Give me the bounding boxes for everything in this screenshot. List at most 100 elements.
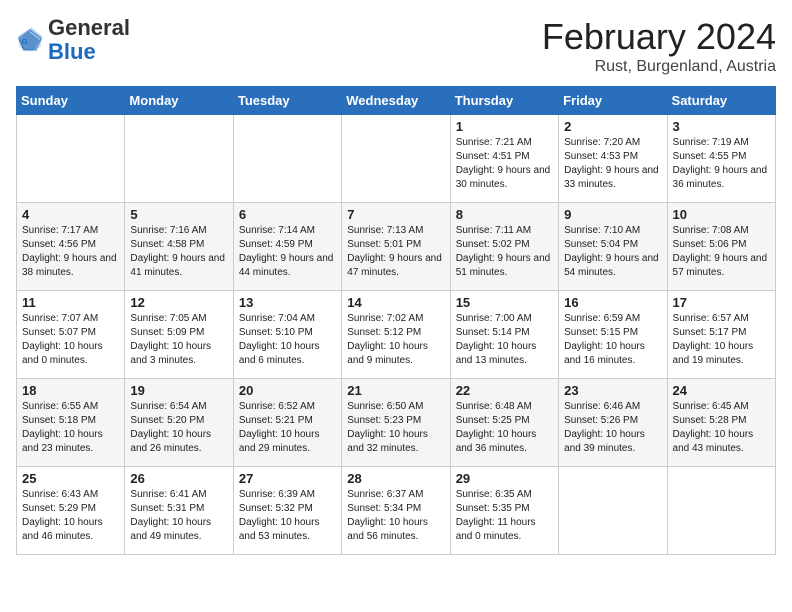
header-cell-tuesday: Tuesday [233,87,341,115]
day-number: 22 [456,383,553,398]
calendar-cell: 15 Sunrise: 7:00 AM Sunset: 5:14 PM Dayli… [450,291,558,379]
day-info: Sunrise: 6:48 AM Sunset: 5:25 PM Dayligh… [456,400,553,456]
calendar-cell: 29 Sunrise: 6:35 AM Sunset: 5:35 PM Dayli… [450,467,558,555]
logo-icon: G [16,26,44,54]
page-subtitle: Rust, Burgenland, Austria [542,58,776,76]
day-number: 12 [130,295,227,310]
calendar-body: 1 Sunrise: 7:21 AM Sunset: 4:51 PM Daylig… [17,115,776,555]
day-info: Sunrise: 7:19 AM Sunset: 4:55 PM Dayligh… [673,136,770,192]
day-number: 18 [22,383,119,398]
day-info: Sunrise: 7:05 AM Sunset: 5:09 PM Dayligh… [130,312,227,368]
day-info: Sunrise: 6:55 AM Sunset: 5:18 PM Dayligh… [22,400,119,456]
calendar-cell: 9Sunrise: 7:10 AM Sunset: 5:04 PM Daylig… [559,203,667,291]
header-cell-friday: Friday [559,87,667,115]
calendar-cell: 3 Sunrise: 7:19 AM Sunset: 4:55 PM Daylig… [667,115,775,203]
header-cell-saturday: Saturday [667,87,775,115]
header: G General Blue February 2024 Rust, Burge… [16,16,776,76]
calendar-cell: 12 Sunrise: 7:05 AM Sunset: 5:09 PM Dayli… [125,291,233,379]
day-info: Sunrise: 7:02 AM Sunset: 5:12 PM Dayligh… [347,312,444,368]
day-info: Sunrise: 6:52 AM Sunset: 5:21 PM Dayligh… [239,400,336,456]
day-info: Sunrise: 7:07 AM Sunset: 5:07 PM Dayligh… [22,312,119,368]
day-info: Sunrise: 6:57 AM Sunset: 5:17 PM Dayligh… [673,312,770,368]
calendar-week-4: 25Sunrise: 6:43 AM Sunset: 5:29 PM Dayli… [17,467,776,555]
calendar-week-2: 11 Sunrise: 7:07 AM Sunset: 5:07 PM Dayli… [17,291,776,379]
day-number: 19 [130,383,227,398]
day-info: Sunrise: 7:21 AM Sunset: 4:51 PM Dayligh… [456,136,553,192]
calendar-cell: 19 Sunrise: 6:54 AM Sunset: 5:20 PM Dayli… [125,379,233,467]
day-info: Sunrise: 6:37 AM Sunset: 5:34 PM Dayligh… [347,488,444,544]
calendar-cell: 26 Sunrise: 6:41 AM Sunset: 5:31 PM Dayli… [125,467,233,555]
day-number: 3 [673,119,770,134]
calendar-cell [17,115,125,203]
calendar-cell: 24 Sunrise: 6:45 AM Sunset: 5:28 PM Dayli… [667,379,775,467]
day-info: Sunrise: 6:35 AM Sunset: 5:35 PM Dayligh… [456,488,553,544]
day-info: Sunrise: 6:43 AM Sunset: 5:29 PM Dayligh… [22,488,119,544]
day-info: Sunrise: 7:13 AM Sunset: 5:01 PM Dayligh… [347,224,444,280]
day-number: 17 [673,295,770,310]
day-number: 29 [456,471,553,486]
day-number: 5 [130,207,227,222]
calendar-cell: 1 Sunrise: 7:21 AM Sunset: 4:51 PM Daylig… [450,115,558,203]
day-number: 8 [456,207,553,222]
logo-blue: Blue [48,39,96,64]
day-number: 15 [456,295,553,310]
day-info: Sunrise: 6:50 AM Sunset: 5:23 PM Dayligh… [347,400,444,456]
calendar-cell: 7Sunrise: 7:13 AM Sunset: 5:01 PM Daylig… [342,203,450,291]
day-number: 26 [130,471,227,486]
calendar-cell: 18 Sunrise: 6:55 AM Sunset: 5:18 PM Dayli… [17,379,125,467]
calendar-cell: 13Sunrise: 7:04 AM Sunset: 5:10 PM Dayli… [233,291,341,379]
header-cell-wednesday: Wednesday [342,87,450,115]
calendar-table: SundayMondayTuesdayWednesdayThursdayFrid… [16,86,776,555]
day-number: 21 [347,383,444,398]
header-cell-sunday: Sunday [17,87,125,115]
day-number: 9 [564,207,661,222]
day-number: 6 [239,207,336,222]
day-number: 24 [673,383,770,398]
calendar-cell: 23 Sunrise: 6:46 AM Sunset: 5:26 PM Dayli… [559,379,667,467]
calendar-cell: 22 Sunrise: 6:48 AM Sunset: 5:25 PM Dayli… [450,379,558,467]
calendar-cell: 2 Sunrise: 7:20 AM Sunset: 4:53 PM Daylig… [559,115,667,203]
day-info: Sunrise: 7:17 AM Sunset: 4:56 PM Dayligh… [22,224,119,280]
calendar-cell [667,467,775,555]
calendar-cell: 6Sunrise: 7:14 AM Sunset: 4:59 PM Daylig… [233,203,341,291]
calendar-week-0: 1 Sunrise: 7:21 AM Sunset: 4:51 PM Daylig… [17,115,776,203]
logo: G General Blue [16,16,130,64]
calendar-cell: 25Sunrise: 6:43 AM Sunset: 5:29 PM Dayli… [17,467,125,555]
calendar-cell [559,467,667,555]
calendar-cell: 4Sunrise: 7:17 AM Sunset: 4:56 PM Daylig… [17,203,125,291]
calendar-cell: 16 Sunrise: 6:59 AM Sunset: 5:15 PM Dayli… [559,291,667,379]
calendar-cell: 20 Sunrise: 6:52 AM Sunset: 5:21 PM Dayli… [233,379,341,467]
calendar-header: SundayMondayTuesdayWednesdayThursdayFrid… [17,87,776,115]
day-number: 16 [564,295,661,310]
calendar-week-3: 18 Sunrise: 6:55 AM Sunset: 5:18 PM Dayli… [17,379,776,467]
day-number: 2 [564,119,661,134]
calendar-cell: 28Sunrise: 6:37 AM Sunset: 5:34 PM Dayli… [342,467,450,555]
calendar-cell [233,115,341,203]
calendar-cell: 10Sunrise: 7:08 AM Sunset: 5:06 PM Dayli… [667,203,775,291]
day-number: 10 [673,207,770,222]
calendar-cell [342,115,450,203]
calendar-cell: 14Sunrise: 7:02 AM Sunset: 5:12 PM Dayli… [342,291,450,379]
calendar-cell: 17 Sunrise: 6:57 AM Sunset: 5:17 PM Dayli… [667,291,775,379]
day-info: Sunrise: 6:39 AM Sunset: 5:32 PM Dayligh… [239,488,336,544]
day-number: 1 [456,119,553,134]
day-info: Sunrise: 7:20 AM Sunset: 4:53 PM Dayligh… [564,136,661,192]
day-info: Sunrise: 7:16 AM Sunset: 4:58 PM Dayligh… [130,224,227,280]
calendar-cell [125,115,233,203]
day-info: Sunrise: 6:46 AM Sunset: 5:26 PM Dayligh… [564,400,661,456]
day-number: 27 [239,471,336,486]
day-info: Sunrise: 6:45 AM Sunset: 5:28 PM Dayligh… [673,400,770,456]
day-number: 23 [564,383,661,398]
day-number: 20 [239,383,336,398]
header-cell-monday: Monday [125,87,233,115]
day-info: Sunrise: 6:41 AM Sunset: 5:31 PM Dayligh… [130,488,227,544]
day-info: Sunrise: 7:00 AM Sunset: 5:14 PM Dayligh… [456,312,553,368]
calendar-week-1: 4Sunrise: 7:17 AM Sunset: 4:56 PM Daylig… [17,203,776,291]
page-title: February 2024 [542,16,776,58]
day-info: Sunrise: 7:04 AM Sunset: 5:10 PM Dayligh… [239,312,336,368]
calendar-cell: 27 Sunrise: 6:39 AM Sunset: 5:32 PM Dayli… [233,467,341,555]
day-info: Sunrise: 7:11 AM Sunset: 5:02 PM Dayligh… [456,224,553,280]
day-number: 11 [22,295,119,310]
day-info: Sunrise: 6:54 AM Sunset: 5:20 PM Dayligh… [130,400,227,456]
day-info: Sunrise: 6:59 AM Sunset: 5:15 PM Dayligh… [564,312,661,368]
